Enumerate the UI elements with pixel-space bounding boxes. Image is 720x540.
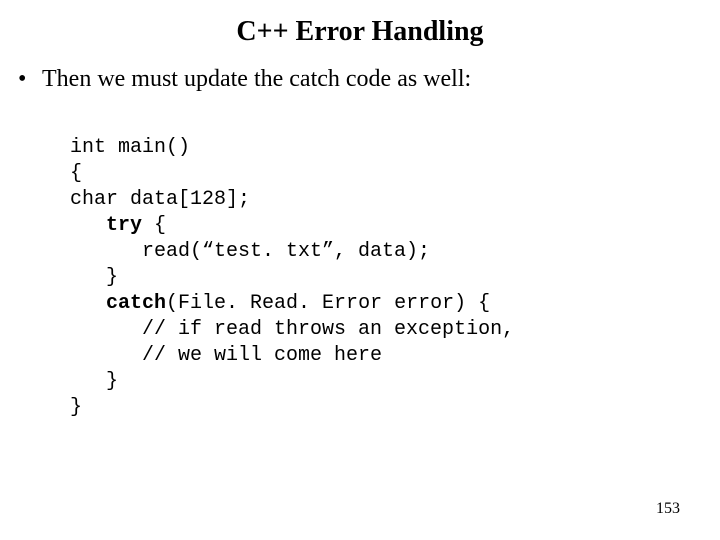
bullet-text: Then we must update the catch code as we…	[42, 66, 720, 93]
code-line: char data[128];	[70, 188, 250, 211]
code-line: int main()	[70, 136, 190, 159]
code-block: int main() { char data[128]; try { read(…	[0, 135, 720, 421]
keyword-try: try	[106, 214, 142, 237]
code-line: {	[70, 162, 82, 185]
page-number: 153	[656, 500, 680, 518]
code-line: }	[70, 396, 82, 419]
code-line: (File. Read. Error error) {	[166, 292, 490, 315]
keyword-catch: catch	[106, 292, 166, 315]
bullet-marker: •	[18, 66, 42, 93]
code-line: // if read throws an exception,	[70, 318, 514, 341]
code-line: }	[70, 266, 118, 289]
code-line: // we will come here	[70, 344, 382, 367]
slide-title: C++ Error Handling	[0, 0, 720, 48]
code-line: }	[70, 370, 118, 393]
code-line: {	[142, 214, 166, 237]
code-line: read(“test. txt”, data);	[70, 240, 430, 263]
bullet-item: • Then we must update the catch code as …	[0, 66, 720, 93]
